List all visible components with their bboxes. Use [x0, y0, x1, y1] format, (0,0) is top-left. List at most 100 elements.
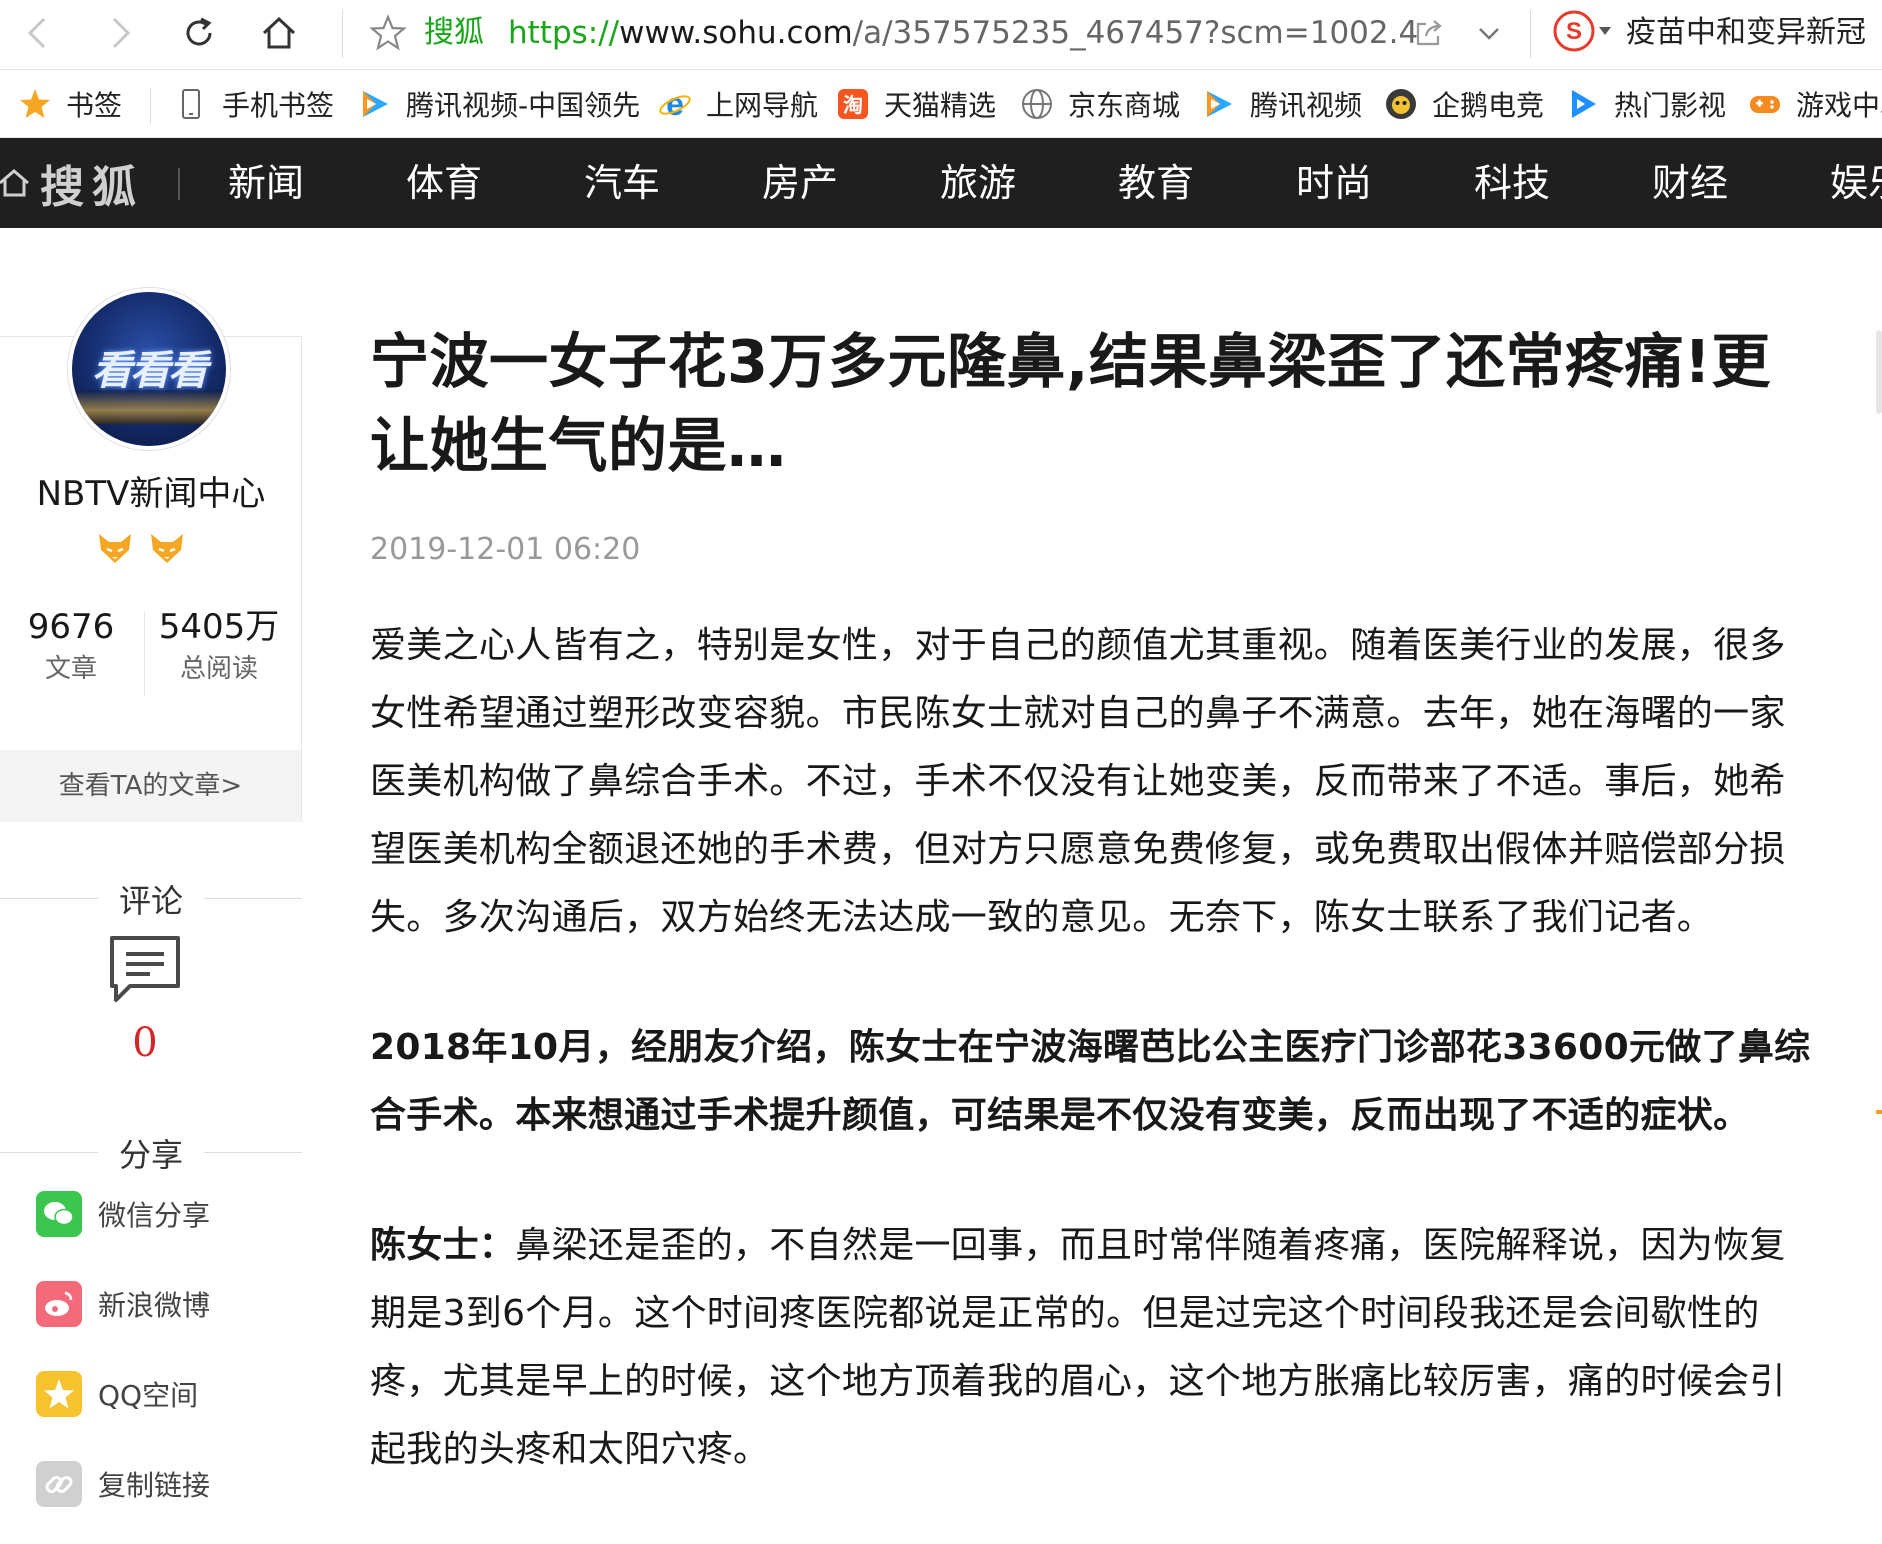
avatar[interactable]: 看看看 [68, 288, 230, 450]
nav-item-news[interactable]: 新闻 [228, 138, 304, 228]
bookmark-label: 热门影视 [1614, 89, 1727, 122]
share-page-icon[interactable] [1412, 16, 1446, 50]
site-name-tag: 搜狐 [424, 15, 484, 50]
comment-title-text: 评论 [118, 882, 183, 920]
divider [0, 1152, 98, 1153]
avatar-logo-text: 看看看 [92, 348, 208, 394]
bookmark-item[interactable]: 腾讯视频-中国领先 [358, 84, 640, 124]
tmall-icon: 淘 [838, 89, 868, 119]
bookmark-item[interactable]: 热门影视 [1566, 84, 1726, 124]
nav-item-entertainment[interactable]: 娱乐 [1830, 138, 1882, 228]
divider [0, 898, 98, 899]
author-name[interactable]: NBTV新闻中心 [0, 466, 302, 515]
qzone-star-icon [36, 1371, 82, 1417]
bookmark-label: 腾讯视频-中国领先 [406, 89, 641, 122]
bookmark-label: 腾讯视频 [1250, 89, 1363, 122]
share-label: QQ空间 [98, 1379, 199, 1412]
article-paragraph-bold: 2018年10月，经朋友介绍，陈女士在宁波海曙芭比公主医疗门诊部花33600元做… [370, 1027, 1811, 1136]
nav-item-travel[interactable]: 旅游 [940, 138, 1016, 228]
url-host: www.sohu.com [619, 15, 853, 51]
back-button[interactable] [14, 8, 64, 58]
bookmark-item[interactable]: 京东商城 [1020, 84, 1180, 124]
divider [204, 898, 302, 899]
stat-articles: 9676 文章 [0, 605, 146, 689]
fox-badge-icon [151, 534, 183, 563]
divider [1530, 10, 1531, 58]
bookmark-item[interactable]: 企鹅电竞 [1384, 84, 1544, 124]
bookmark-label: 书签 [66, 89, 123, 122]
url-path: /a/357575235_467457?scm=1002.4 [852, 15, 1419, 51]
url-protocol: https:// [508, 15, 620, 51]
reload-button[interactable] [174, 8, 224, 58]
share-section-title: 分享 [0, 1130, 302, 1176]
wechat-icon [36, 1191, 82, 1237]
bookmarks-bar: 书签 手机书签 腾讯视频-中国领先 e 上网导航 淘 天猫精选 京东商城 腾讯视… [0, 70, 1882, 138]
comment-count[interactable]: 0 [0, 1020, 290, 1066]
bookmark-item[interactable]: 腾讯视频 [1202, 84, 1362, 124]
ie-icon: e [659, 87, 691, 121]
video-play-icon [1572, 90, 1596, 118]
nav-item-realestate[interactable]: 房产 [762, 138, 838, 228]
article-paragraph-quote: 陈女士：鼻梁还是歪的，不自然是一回事，而且时常伴随着疼痛，医院解释说，因为恢复期… [370, 1212, 1820, 1484]
search-suggestion[interactable]: 疫苗中和变异新冠 [1626, 12, 1866, 54]
tencent-video-icon [1207, 91, 1232, 117]
share-copy-link[interactable]: 复制链接 [36, 1460, 210, 1508]
chevron-down-icon[interactable] [1474, 18, 1504, 48]
nav-item-tech[interactable]: 科技 [1474, 138, 1550, 228]
side-marker [1876, 1110, 1882, 1114]
nav-item-fashion[interactable]: 时尚 [1296, 138, 1372, 228]
bookmark-star-icon[interactable] [368, 13, 408, 53]
sogou-search-icon[interactable]: S [1553, 10, 1595, 52]
svg-text:淘: 淘 [843, 93, 863, 117]
article-title: 宁波一女子花3万多元隆鼻,结果鼻梁歪了还常疼痛!更让她生气的是… [370, 327, 1771, 480]
divider [204, 1152, 302, 1153]
home-icon [0, 169, 29, 197]
comment-icon[interactable] [108, 934, 182, 1004]
bookmark-item[interactable]: 书签 [18, 84, 122, 124]
bookmark-label: 手机书签 [222, 89, 335, 122]
bookmark-item[interactable]: 手机书签 [174, 84, 334, 124]
sohu-header: 搜狐 新闻 体育 汽车 房产 旅游 教育 时尚 科技 财经 娱乐 [0, 138, 1882, 228]
home-icon [262, 16, 296, 49]
stat-articles-label: 文章 [44, 654, 97, 684]
nav-item-education[interactable]: 教育 [1118, 138, 1194, 228]
browser-address-bar: 搜狐 https://www.sohu.com/a/357575235_4674… [0, 0, 1882, 70]
nav-item-finance[interactable]: 财经 [1652, 138, 1728, 228]
side-tab-handle[interactable] [1876, 330, 1882, 414]
article-timestamp: 2019-12-01 06:20 [370, 532, 641, 567]
bookmark-label: 企鹅电竞 [1432, 89, 1545, 122]
logo-text: 搜狐 [40, 162, 144, 213]
share-weibo[interactable]: 新浪微博 [36, 1280, 210, 1328]
star-icon [20, 89, 50, 118]
bookmark-item[interactable]: 游戏中心 [1748, 84, 1882, 124]
share-label: 微信分享 [98, 1199, 211, 1232]
url-field[interactable]: https://www.sohu.com/a/357575235_467457?… [508, 12, 1418, 54]
forward-button[interactable] [94, 8, 144, 58]
caret-down-icon[interactable] [1598, 26, 1612, 36]
bookmark-label: 上网导航 [706, 89, 819, 122]
divider [342, 10, 343, 58]
share-wechat[interactable]: 微信分享 [36, 1190, 210, 1238]
quote-speaker: 陈女士： [370, 1225, 516, 1266]
phone-icon [182, 89, 200, 119]
share-qzone[interactable]: QQ空间 [36, 1370, 198, 1418]
nav-item-sports[interactable]: 体育 [406, 138, 482, 228]
forward-arrow-icon [112, 17, 131, 49]
sohu-logo[interactable]: 搜狐 [0, 138, 144, 228]
home-button[interactable] [254, 8, 304, 58]
gamepad-icon [1750, 96, 1780, 113]
divider [150, 88, 151, 124]
divider [178, 168, 180, 200]
quote-text: 鼻梁还是歪的，不自然是一回事，而且时常伴随着疼痛，医院解释说，因为恢复期是3到6… [370, 1225, 1786, 1470]
bookmark-item[interactable]: 淘 天猫精选 [836, 84, 996, 124]
nav-item-auto[interactable]: 汽车 [584, 138, 660, 228]
globe-icon [1022, 89, 1052, 119]
bookmark-label: 京东商城 [1068, 89, 1181, 122]
stat-reads: 5405万 总阅读 [144, 605, 294, 689]
stat-reads-count: 5405万 [158, 607, 280, 647]
article-paragraph: 爱美之心人皆有之，特别是女性，对于自己的颜值尤其重视。随着医美行业的发展，很多女… [370, 625, 1786, 938]
bookmark-item[interactable]: e 上网导航 [658, 84, 818, 124]
tencent-video-icon [363, 91, 388, 117]
view-author-articles-link[interactable]: 查看TA的文章> [0, 750, 301, 822]
article: 宁波一女子花3万多元隆鼻,结果鼻梁歪了还常疼痛!更让她生气的是… 2019-12… [370, 320, 1820, 1484]
